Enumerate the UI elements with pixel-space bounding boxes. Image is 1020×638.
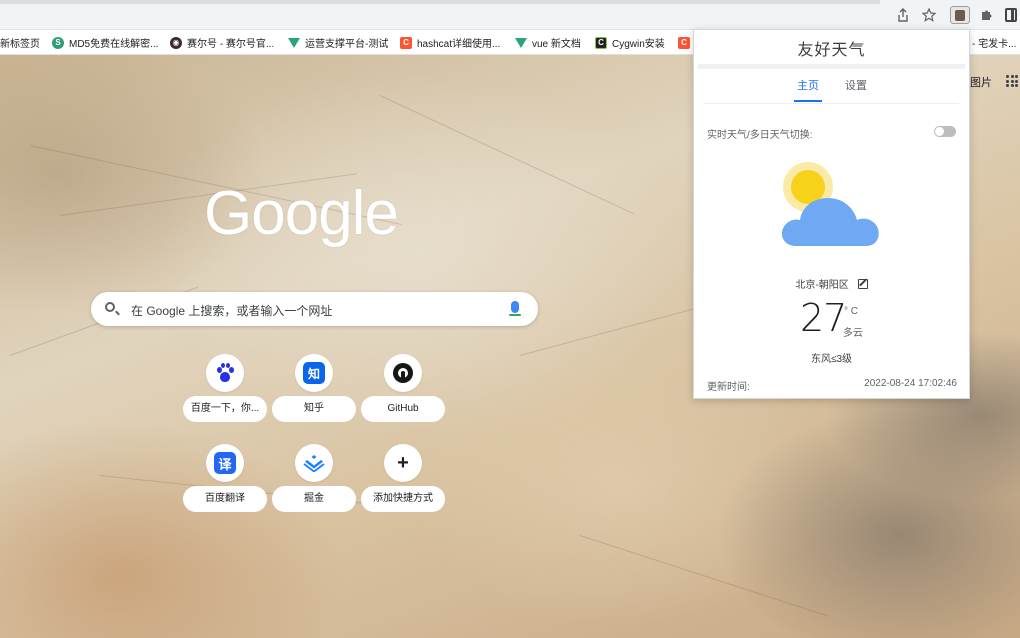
shortcut-tile[interactable]: 掘金 [272, 444, 356, 514]
popup-tabs: 主页 设置 [694, 78, 969, 104]
search-input[interactable]: 在 Google 上搜索，或者输入一个网址 [91, 292, 538, 326]
forecast-switch-label: 实时天气/多日天气切换: [707, 130, 813, 141]
zhihu-icon: 知 [295, 354, 333, 392]
shortcut-label: GitHub [361, 396, 445, 422]
bookmark-label: vue 新文档 [532, 39, 581, 50]
bookmark-item[interactable]: C hashcat详细使用... [400, 35, 500, 50]
wind-info: 东风≤3级 [810, 354, 853, 365]
tab-settings[interactable]: 设置 [845, 78, 867, 102]
bookmark-label: Cygwin安装 [612, 39, 665, 50]
shortcut-label: 掘金 [272, 486, 356, 512]
temperature-value: 27 [800, 296, 847, 340]
csdn-icon: C [678, 36, 690, 49]
search-icon [105, 302, 115, 312]
updated-time: 2022-08-24 17:02:46 [864, 378, 957, 389]
bookmark-label: hashcat详细使用... [417, 39, 501, 50]
tabs-divider [704, 103, 959, 104]
shortcut-label: 添加快捷方式 [361, 486, 445, 512]
github-icon [384, 354, 422, 392]
images-link[interactable]: 图片 [970, 74, 992, 90]
voice-search-icon[interactable] [509, 301, 521, 316]
weather-popup: 友好天气 主页 设置 实时天气/多日天气切换: 北京-朝阳区 27 ° C 多云… [693, 29, 970, 399]
location-label: 北京-朝阳区 [795, 280, 849, 291]
shortcut-label: 百度翻译 [183, 486, 267, 512]
bookmark-item[interactable]: vue 新文档 [515, 35, 581, 50]
bookmark-label: - 宅发卡... [972, 39, 1017, 50]
updated-label: 更新时间: [707, 382, 750, 393]
bookmark-item[interactable]: C Cygwin安装 [595, 35, 665, 50]
edit-location-icon[interactable] [857, 279, 868, 289]
shortcut-tile[interactable]: 知 知乎 [272, 354, 356, 424]
share-icon[interactable] [895, 7, 911, 23]
bookmark-item[interactable]: 运营支撑平台-测试 [288, 35, 388, 50]
bookmark-star-icon[interactable] [921, 7, 937, 23]
bookmark-item[interactable]: 新标签页 [0, 35, 40, 50]
tab-home[interactable]: 主页 [794, 78, 822, 102]
shortcut-tile[interactable]: 百度一下，你... [183, 354, 267, 424]
weather-condition: 多云 [843, 328, 863, 339]
extensions-puzzle-icon[interactable] [979, 7, 995, 23]
vue-icon [288, 37, 300, 48]
seer-icon: ◉ [170, 36, 182, 49]
vue-icon [515, 37, 527, 48]
google-logo: Google [204, 179, 399, 248]
add-shortcut-button[interactable]: + 添加快捷方式 [361, 444, 445, 514]
forecast-toggle[interactable] [934, 126, 956, 137]
browser-toolbar [0, 0, 1020, 30]
search-placeholder: 在 Google 上搜索，或者输入一个网址 [131, 304, 333, 318]
address-bar-edge[interactable] [0, 0, 880, 4]
bookmark-item[interactable]: ◉ 赛尔号 - 赛尔号官... [170, 35, 274, 50]
baidu-translate-icon: 译 [206, 444, 244, 482]
bookmark-item[interactable]: - 宅发卡... [972, 35, 1016, 50]
apps-grid-icon[interactable] [1006, 75, 1018, 87]
md5-icon: S [52, 36, 64, 49]
partly-cloudy-icon [781, 162, 879, 246]
shortcut-label: 百度一下，你... [183, 396, 267, 422]
plus-icon: + [384, 444, 422, 482]
weather-extension-icon[interactable] [950, 6, 970, 24]
shortcut-tile[interactable]: GitHub [361, 354, 445, 424]
juejin-icon [295, 444, 333, 482]
bookmark-item[interactable]: S MD5免费在线解密... [52, 35, 158, 50]
shortcut-label: 知乎 [272, 396, 356, 422]
csdn-icon: C [400, 36, 412, 49]
baidu-paw-icon [206, 354, 244, 392]
temperature-unit: ° C [844, 306, 858, 317]
shortcut-tile[interactable]: 译 百度翻译 [183, 444, 267, 514]
location-row: 北京-朝阳区 [694, 276, 969, 291]
popup-title: 友好天气 [797, 42, 866, 59]
title-divider [698, 64, 965, 69]
bookmark-label: MD5免费在线解密... [69, 39, 159, 50]
cygwin-icon: C [595, 36, 607, 49]
bookmark-label: 新标签页 [0, 39, 40, 50]
side-panel-icon[interactable] [1005, 8, 1017, 22]
bookmark-label: 赛尔号 - 赛尔号官... [187, 39, 275, 50]
bookmark-label: 运营支撑平台-测试 [305, 39, 389, 50]
